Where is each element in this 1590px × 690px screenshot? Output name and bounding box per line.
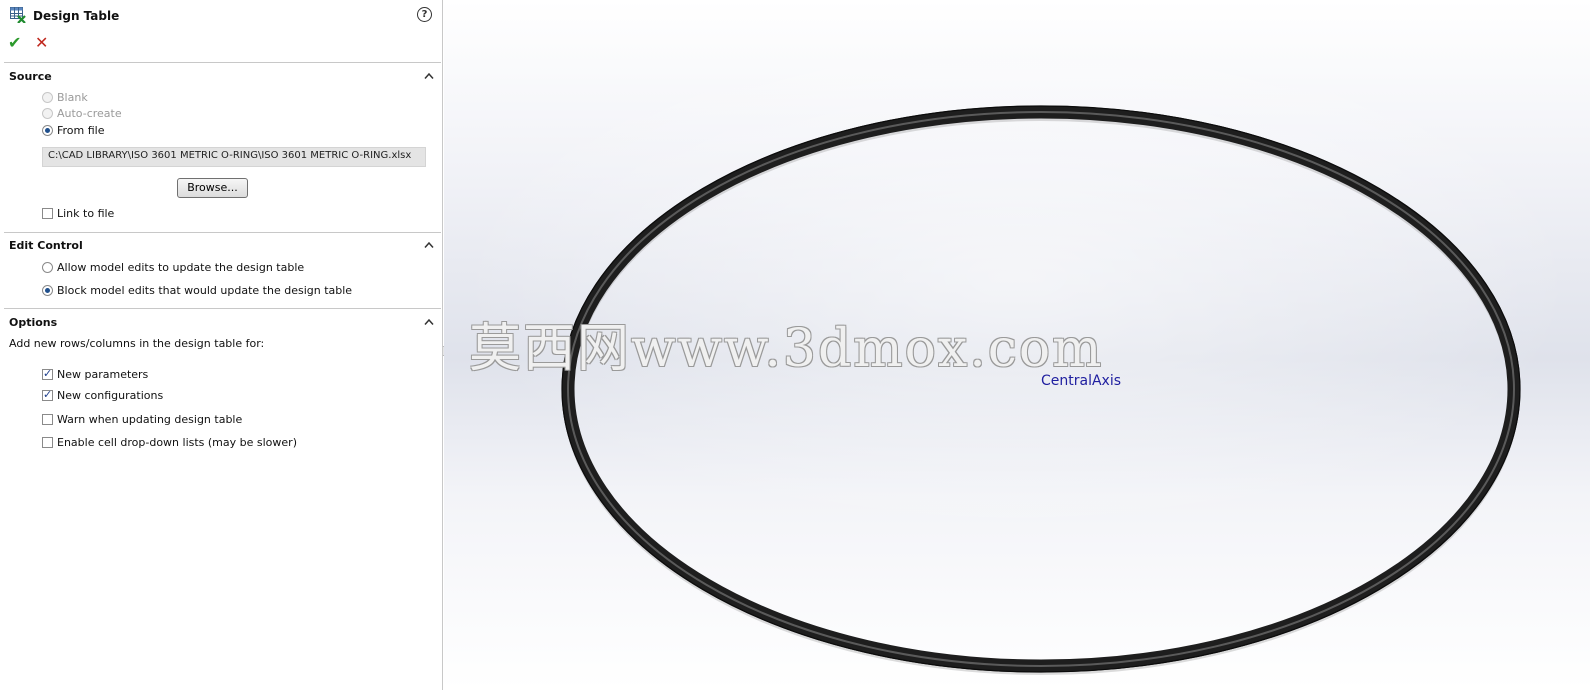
blank-radio[interactable] bbox=[42, 92, 53, 103]
autocreate-label: Auto-create bbox=[57, 107, 122, 120]
warn-updating-checkbox[interactable] bbox=[42, 414, 53, 425]
block-edits-label: Block model edits that would update the … bbox=[57, 284, 353, 297]
source-section-title: Source bbox=[9, 70, 52, 83]
new-parameters-checkbox[interactable] bbox=[42, 367, 53, 380]
divider bbox=[4, 308, 441, 309]
browse-button[interactable]: Browse... bbox=[177, 178, 248, 198]
design-table-icon bbox=[10, 7, 26, 23]
help-icon[interactable]: ? bbox=[417, 7, 432, 22]
new-parameters-label: New parameters bbox=[57, 368, 149, 381]
property-manager-panel: Design Table ? ✔ ✕ Source Blank Auto-cre… bbox=[0, 0, 443, 690]
options-description: Add new rows/columns in the design table… bbox=[9, 337, 265, 350]
collapse-options-chevron-icon[interactable] bbox=[424, 318, 434, 326]
enable-dropdown-checkbox[interactable] bbox=[42, 437, 53, 448]
enable-dropdown-label: Enable cell drop-down lists (may be slow… bbox=[57, 436, 297, 449]
watermark-text: 莫西网www.3dmox.com bbox=[469, 319, 1104, 379]
warn-updating-label: Warn when updating design table bbox=[57, 413, 243, 426]
options-section-title: Options bbox=[9, 316, 58, 329]
divider bbox=[4, 232, 441, 233]
fromfile-radio[interactable] bbox=[42, 125, 53, 136]
panel-title: Design Table bbox=[33, 9, 120, 23]
cancel-button[interactable]: ✕ bbox=[35, 33, 48, 52]
graphics-viewport[interactable]: CentralAxis 莫西网www.3dmox.com bbox=[444, 0, 1590, 690]
blank-label: Blank bbox=[57, 91, 88, 104]
fromfile-label: From file bbox=[57, 124, 105, 137]
divider bbox=[4, 62, 441, 63]
collapse-source-chevron-icon[interactable] bbox=[424, 72, 434, 80]
allow-edits-radio[interactable] bbox=[42, 262, 53, 273]
autocreate-radio[interactable] bbox=[42, 108, 53, 119]
block-edits-radio[interactable] bbox=[42, 285, 53, 296]
new-configurations-label: New configurations bbox=[57, 389, 164, 402]
link-to-file-checkbox[interactable] bbox=[42, 208, 53, 219]
edit-control-section-title: Edit Control bbox=[9, 239, 83, 252]
link-to-file-label: Link to file bbox=[57, 207, 115, 220]
ok-button[interactable]: ✔ bbox=[8, 33, 21, 52]
allow-edits-label: Allow model edits to update the design t… bbox=[57, 261, 305, 274]
new-configurations-checkbox[interactable] bbox=[42, 388, 53, 401]
file-path-field[interactable]: C:\CAD LIBRARY\ISO 3601 METRIC O-RING\IS… bbox=[42, 147, 426, 167]
collapse-edit-control-chevron-icon[interactable] bbox=[424, 241, 434, 249]
